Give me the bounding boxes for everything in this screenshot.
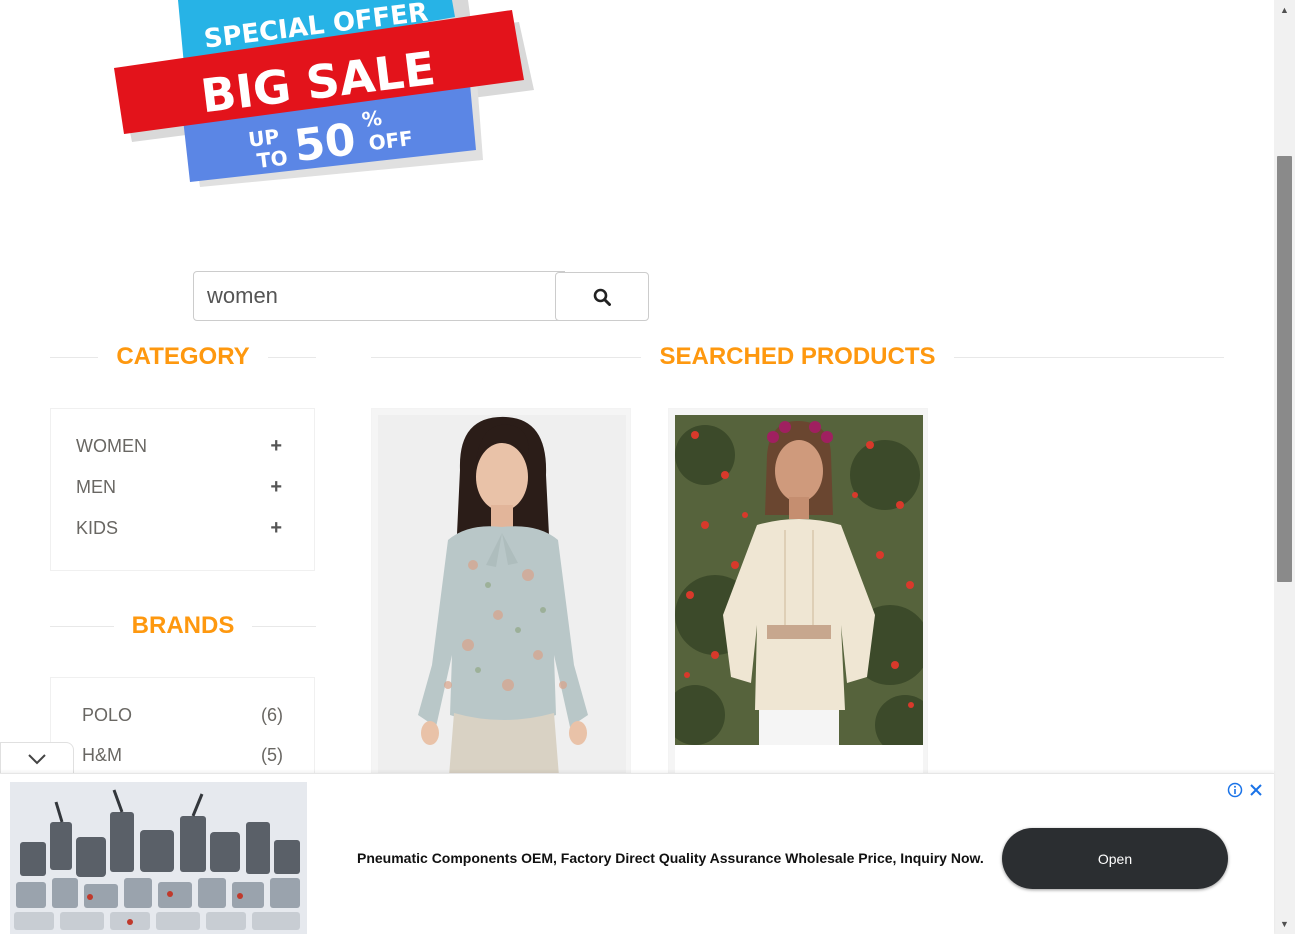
searched-products-title: SEARCHED PRODUCTS (659, 343, 936, 370)
category-heading: CATEGORY (50, 342, 316, 372)
banner-to: TO (256, 145, 289, 173)
brands-panel: POLO (6) H&M (5) (50, 677, 315, 787)
category-item-label: WOMEN (76, 435, 147, 456)
brand-count: (5) (261, 744, 283, 765)
category-item-kids[interactable]: KIDS + (76, 516, 282, 540)
category-item-label: MEN (76, 476, 116, 497)
ad-collapse-toggle[interactable] (0, 742, 74, 775)
chevron-down-icon (28, 754, 46, 765)
plus-icon[interactable]: + (270, 435, 282, 458)
brands-title: BRANDS (131, 612, 235, 639)
sale-banner: SPECIAL OFFER BIG SALE UP TO 50 % OFF (112, 0, 542, 195)
page-scrollbar[interactable]: ▲ ▼ (1274, 0, 1295, 934)
search-button[interactable] (555, 272, 649, 321)
brands-heading: BRANDS (50, 611, 317, 641)
scroll-up-arrow-icon[interactable]: ▲ (1274, 0, 1295, 20)
product-image[interactable] (378, 415, 626, 789)
product-image[interactable] (675, 415, 923, 745)
banner-percent-sign: % (360, 106, 383, 132)
category-item-women[interactable]: WOMEN + (76, 434, 282, 458)
plus-icon[interactable]: + (270, 517, 282, 540)
ad-image[interactable] (10, 782, 307, 934)
brand-item-hm[interactable]: H&M (5) (82, 743, 283, 767)
advertisement-banner[interactable]: Pneumatic Components OEM, Factory Direct… (0, 773, 1274, 935)
category-item-label: KIDS (76, 517, 119, 538)
brand-name: POLO (82, 704, 133, 725)
search-input[interactable] (193, 271, 565, 321)
plus-icon[interactable]: + (270, 476, 282, 499)
searched-products-heading: SEARCHED PRODUCTS (371, 342, 1224, 372)
brand-name: H&M (82, 744, 122, 765)
category-panel: WOMEN + MEN + KIDS + (50, 408, 315, 571)
scroll-down-arrow-icon[interactable]: ▼ (1274, 914, 1295, 934)
product-card[interactable] (371, 408, 631, 789)
search-icon (593, 288, 611, 306)
scrollbar-thumb[interactable] (1277, 156, 1292, 582)
banner-percent-value: 50 (292, 114, 359, 172)
ad-text[interactable]: Pneumatic Components OEM, Factory Direct… (357, 850, 984, 866)
ad-open-button[interactable]: Open (1002, 828, 1228, 889)
product-card[interactable] (668, 408, 928, 789)
info-icon[interactable] (1227, 782, 1243, 798)
category-title: CATEGORY (116, 343, 250, 370)
category-item-men[interactable]: MEN + (76, 475, 282, 499)
close-icon[interactable] (1248, 782, 1264, 798)
brand-count: (6) (261, 704, 283, 725)
brand-item-polo[interactable]: POLO (6) (82, 703, 283, 727)
